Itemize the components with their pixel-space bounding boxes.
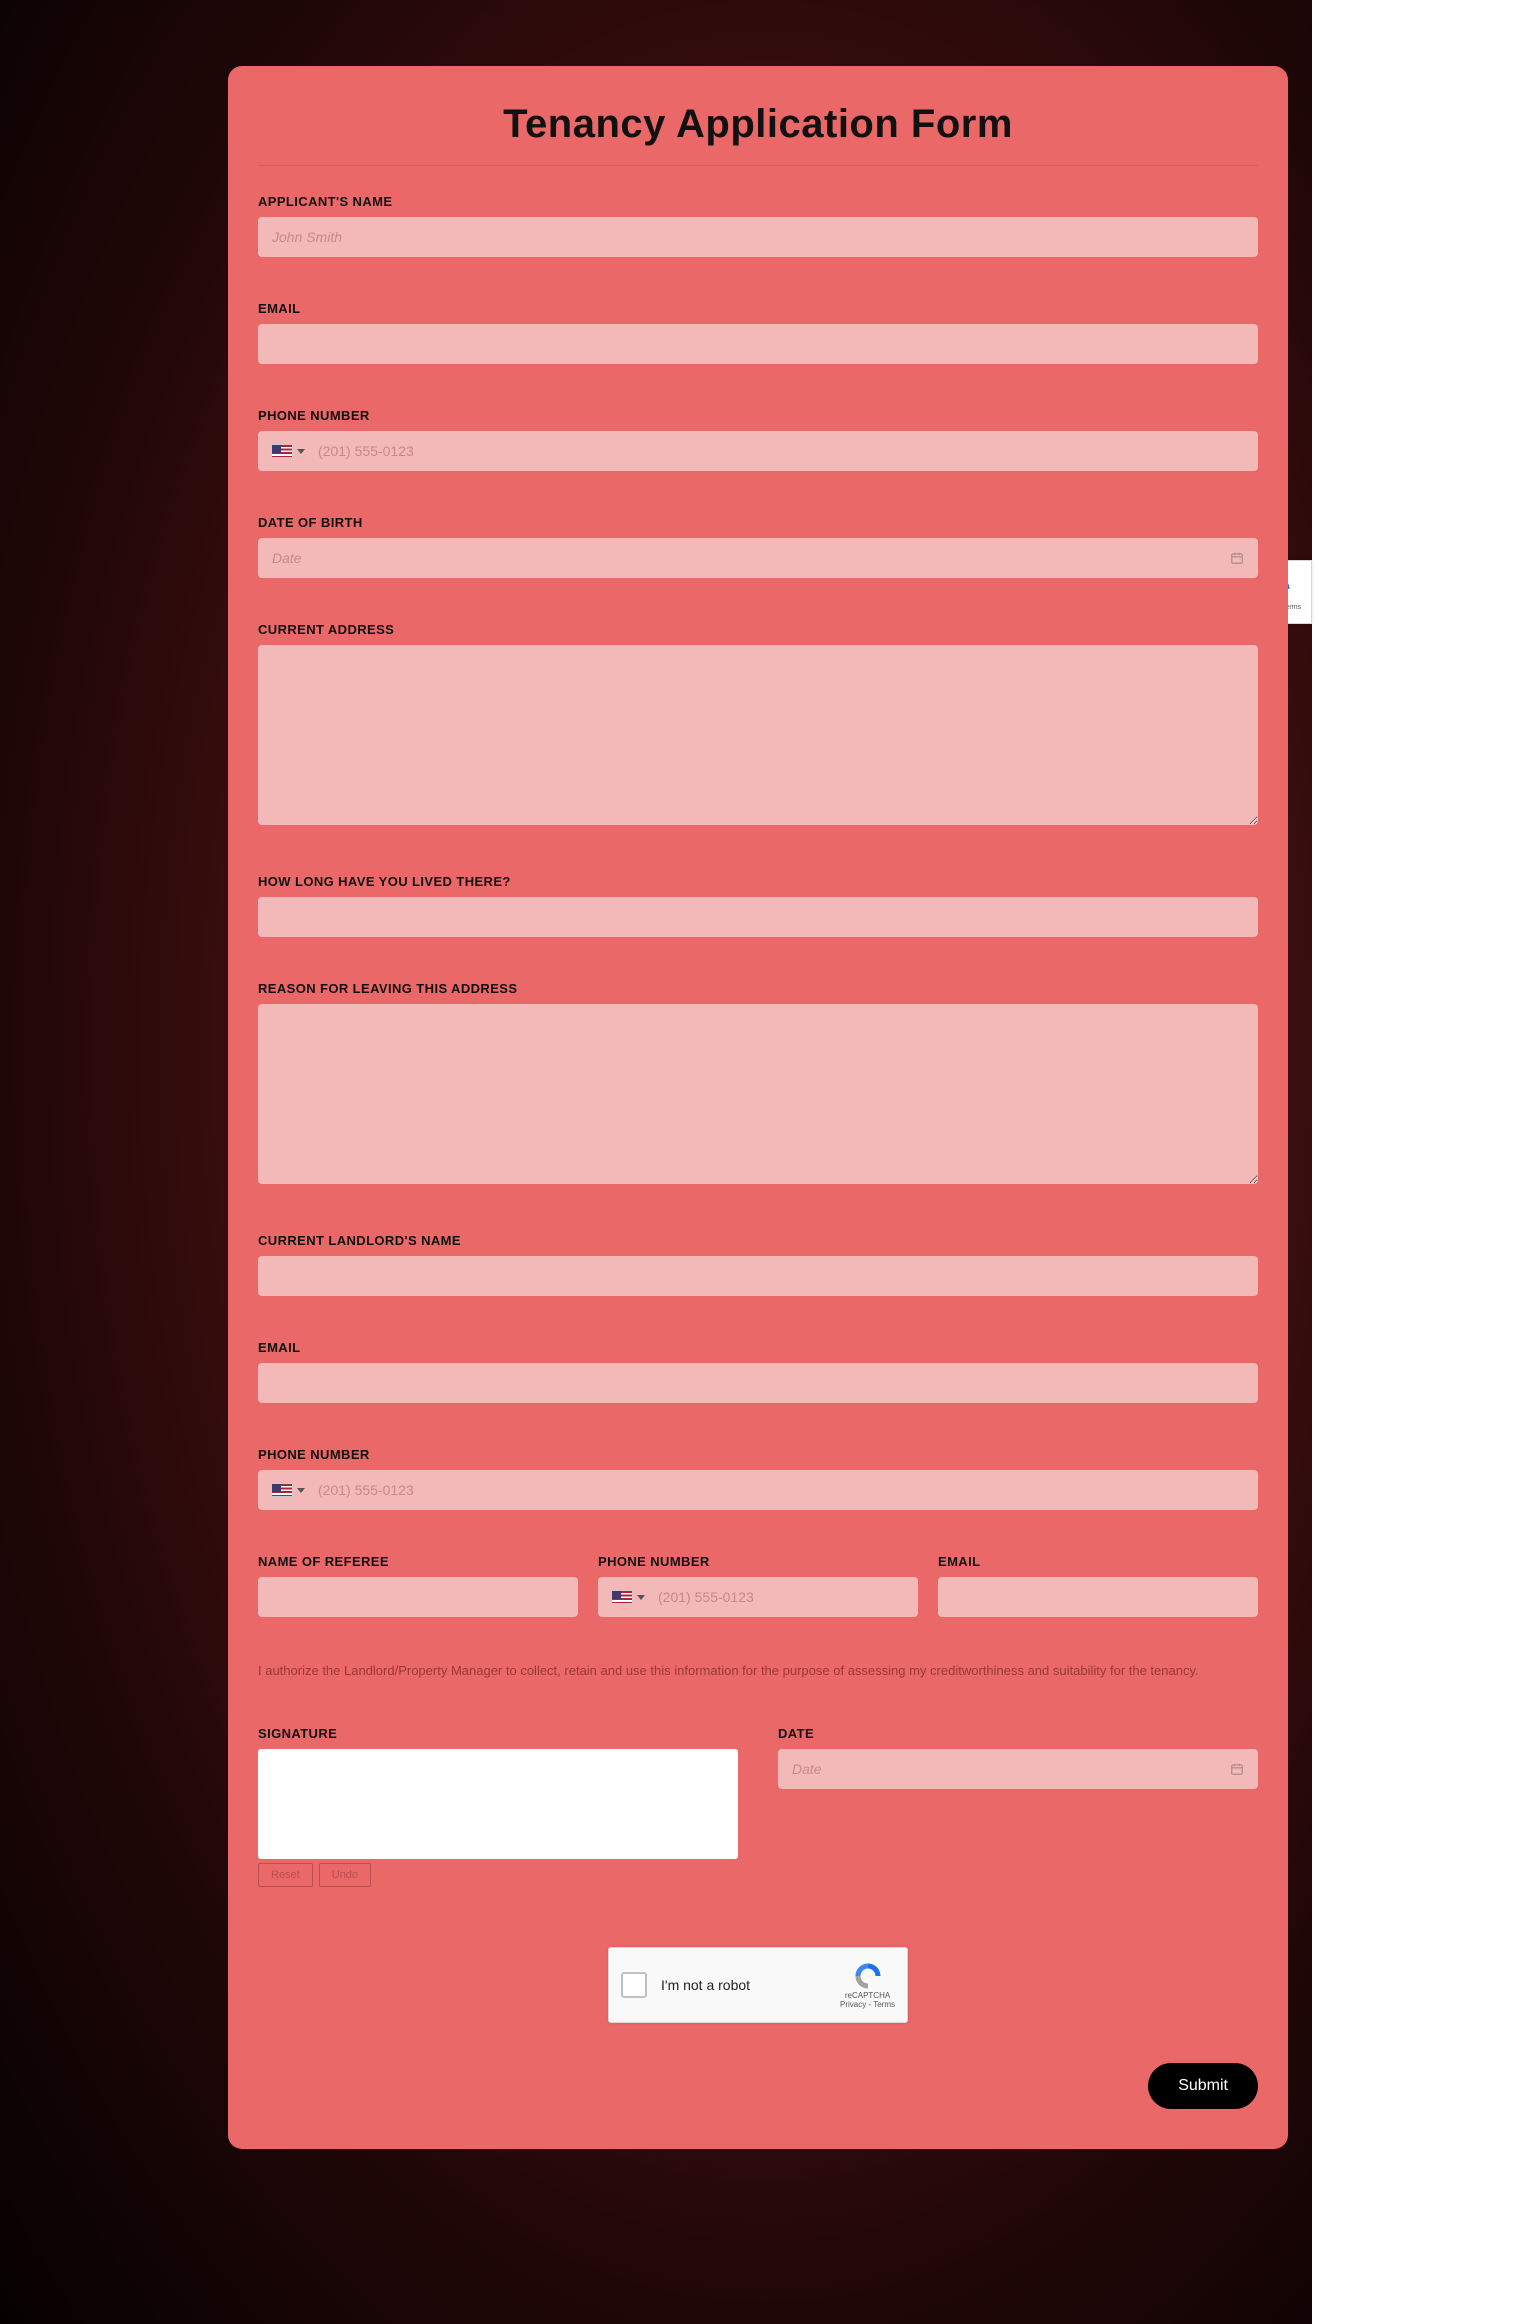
signature-pad[interactable] <box>258 1749 738 1859</box>
signature-reset-button[interactable]: Reset <box>258 1863 313 1887</box>
form-card: Tenancy Application Form APPLICANT'S NAM… <box>228 66 1288 2149</box>
input-landlord-name[interactable] <box>258 1256 1258 1296</box>
label-landlord-name: CURRENT LANDLORD'S NAME <box>258 1233 1258 1248</box>
input-email[interactable] <box>258 324 1258 364</box>
input-applicant-name[interactable] <box>258 217 1258 257</box>
label-referee-email: EMAIL <box>938 1554 1258 1569</box>
field-date: DATE <box>778 1726 1258 1789</box>
input-current-address[interactable] <box>258 645 1258 825</box>
label-referee-phone: PHONE NUMBER <box>598 1554 918 1569</box>
recaptcha-label: I'm not a robot <box>661 1977 840 1993</box>
input-reason-leaving[interactable] <box>258 1004 1258 1184</box>
recaptcha-brand-text: reCAPTCHA <box>845 1991 890 2000</box>
label-dob: DATE OF BIRTH <box>258 515 1258 530</box>
right-blank-area <box>1312 0 1532 2324</box>
country-selector-referee[interactable] <box>598 1577 648 1617</box>
field-landlord-email: EMAIL <box>258 1340 1258 1403</box>
label-date: DATE <box>778 1726 1258 1741</box>
field-referee-phone: PHONE NUMBER <box>598 1554 918 1617</box>
recaptcha-checkbox[interactable] <box>621 1972 647 1998</box>
input-referee-name[interactable] <box>258 1577 578 1617</box>
label-email: EMAIL <box>258 301 1258 316</box>
us-flag-icon <box>611 1590 633 1604</box>
authorization-text: I authorize the Landlord/Property Manage… <box>258 1661 1258 1682</box>
us-flag-icon <box>271 444 293 458</box>
field-how-long: HOW LONG HAVE YOU LIVED THERE? <box>258 874 1258 937</box>
chevron-down-icon <box>297 449 305 454</box>
field-landlord-name: CURRENT LANDLORD'S NAME <box>258 1233 1258 1296</box>
label-reason-leaving: REASON FOR LEAVING THIS ADDRESS <box>258 981 1258 996</box>
field-signature: SIGNATURE Reset Undo <box>258 1726 738 1887</box>
input-landlord-email[interactable] <box>258 1363 1258 1403</box>
input-dob[interactable] <box>258 538 1258 578</box>
calendar-icon <box>1230 1762 1244 1776</box>
recaptcha-brand-sub: Privacy - Terms <box>840 2000 895 2009</box>
signature-date-row: SIGNATURE Reset Undo DATE <box>258 1726 1258 1887</box>
captcha-area: I'm not a robot reCAPTCHA Privacy - Term… <box>258 1947 1258 2023</box>
label-landlord-phone: PHONE NUMBER <box>258 1447 1258 1462</box>
input-how-long[interactable] <box>258 897 1258 937</box>
field-current-address: CURRENT ADDRESS <box>258 622 1258 830</box>
field-landlord-phone: PHONE NUMBER <box>258 1447 1258 1510</box>
field-applicant-name: APPLICANT'S NAME <box>258 194 1258 257</box>
submit-button[interactable]: Submit <box>1148 2063 1258 2109</box>
label-signature: SIGNATURE <box>258 1726 738 1741</box>
submit-row: Submit <box>258 2063 1258 2109</box>
country-selector-landlord[interactable] <box>258 1470 308 1510</box>
input-referee-phone[interactable] <box>648 1577 918 1617</box>
us-flag-icon <box>271 1483 293 1497</box>
label-how-long: HOW LONG HAVE YOU LIVED THERE? <box>258 874 1258 889</box>
label-current-address: CURRENT ADDRESS <box>258 622 1258 637</box>
label-applicant-name: APPLICANT'S NAME <box>258 194 1258 209</box>
input-landlord-phone[interactable] <box>308 1470 1258 1510</box>
label-landlord-email: EMAIL <box>258 1340 1258 1355</box>
input-date[interactable] <box>778 1749 1258 1789</box>
input-referee-email[interactable] <box>938 1577 1258 1617</box>
label-referee-name: NAME OF REFEREE <box>258 1554 578 1569</box>
form-title: Tenancy Application Form <box>258 96 1258 166</box>
input-phone[interactable] <box>308 431 1258 471</box>
recaptcha-brand: reCAPTCHA Privacy - Terms <box>840 1961 895 2009</box>
chevron-down-icon <box>637 1595 645 1600</box>
referee-row: NAME OF REFEREE PHONE NUMBER EMAIL <box>258 1554 1258 1661</box>
signature-undo-button[interactable]: Undo <box>319 1863 371 1887</box>
field-phone: PHONE NUMBER <box>258 408 1258 471</box>
field-dob: DATE OF BIRTH <box>258 515 1258 578</box>
recaptcha-box[interactable]: I'm not a robot reCAPTCHA Privacy - Term… <box>608 1947 908 2023</box>
calendar-icon <box>1230 551 1244 565</box>
field-email: EMAIL <box>258 301 1258 364</box>
country-selector[interactable] <box>258 431 308 471</box>
field-referee-email: EMAIL <box>938 1554 1258 1617</box>
field-reason-leaving: REASON FOR LEAVING THIS ADDRESS <box>258 981 1258 1189</box>
chevron-down-icon <box>297 1488 305 1493</box>
field-referee-name: NAME OF REFEREE <box>258 1554 578 1617</box>
recaptcha-icon <box>853 1961 883 1991</box>
label-phone: PHONE NUMBER <box>258 408 1258 423</box>
